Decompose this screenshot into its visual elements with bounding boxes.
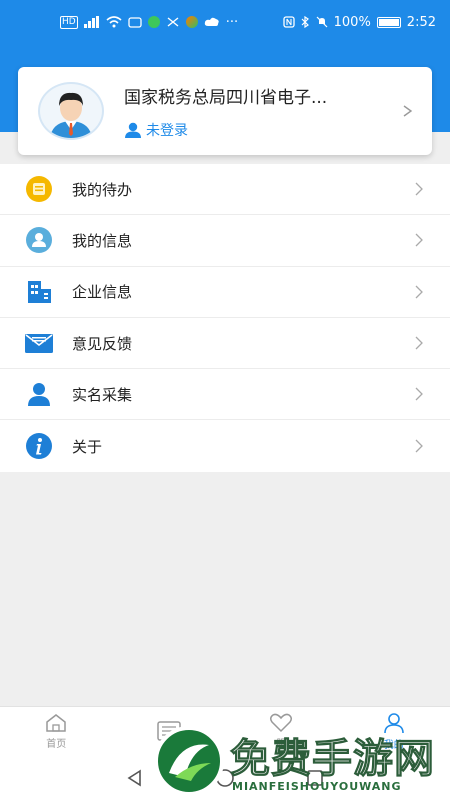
- menu-label-my-info: 我的信息: [72, 231, 133, 250]
- login-status: 未登录: [146, 122, 188, 139]
- status-bar: HD ··· 100% 2:52: [0, 0, 450, 44]
- clock: 2:52: [406, 14, 436, 30]
- person-icon: [24, 379, 54, 409]
- avatar: [38, 82, 104, 140]
- chevron-right-icon: [415, 182, 423, 196]
- menu-item-realname[interactable]: 实名采集: [0, 369, 450, 421]
- watermark-subtitle: MIANFEISHOUYOUWANG: [232, 780, 402, 793]
- tab-home[interactable]: 首页: [0, 707, 113, 756]
- status-left: HD ···: [60, 15, 238, 30]
- menu-item-feedback[interactable]: 意见反馈: [0, 318, 450, 370]
- menu-label-company-info: 企业信息: [72, 283, 133, 302]
- building-icon: [24, 277, 54, 307]
- chevron-right-icon: [415, 439, 423, 453]
- chevron-right-icon: [415, 336, 423, 350]
- app-notify-icon: [128, 17, 142, 28]
- translate-notify-icon: [167, 17, 179, 27]
- chevron-right-icon: [415, 233, 423, 247]
- more-notify-icon: ···: [225, 14, 239, 30]
- profile-text: 国家税务总局四川省电子... 未登录: [124, 83, 402, 140]
- wechat-notify-icon: [147, 16, 160, 28]
- login-status-row[interactable]: 未登录: [124, 120, 402, 140]
- menu-item-todo[interactable]: 我的待办: [0, 164, 450, 216]
- info-icon: [24, 431, 54, 461]
- back-icon[interactable]: [126, 769, 144, 787]
- bluetooth-icon: [301, 16, 309, 28]
- chevron-right-icon: [415, 387, 423, 401]
- battery-percent: 100%: [333, 14, 371, 30]
- menu-item-about[interactable]: 关于: [0, 420, 450, 471]
- status-right: 100% 2:52: [282, 14, 436, 30]
- watermark: 免费手游网 MIANFEISHOUYOUWANG: [150, 722, 450, 800]
- menu-label-realname: 实名采集: [72, 385, 133, 404]
- cloud-icon: [204, 17, 219, 26]
- nfc-icon: [282, 16, 295, 28]
- chevron-right-icon: [415, 285, 423, 299]
- menu-label-feedback: 意见反馈: [72, 334, 133, 353]
- watermark-logo-icon: [154, 726, 224, 796]
- todo-icon: [24, 174, 54, 204]
- menu-label-about: 关于: [72, 437, 103, 456]
- wifi-icon: [106, 16, 122, 28]
- avatar-person-icon: [50, 92, 92, 138]
- app-store-notify-icon: [185, 16, 198, 28]
- envelope-icon: [24, 328, 54, 358]
- menu-item-company-info[interactable]: 企业信息: [0, 267, 450, 318]
- profile-card[interactable]: 国家税务总局四川省电子... 未登录: [18, 67, 432, 155]
- battery-icon: [376, 16, 401, 28]
- tab-home-label: 首页: [46, 739, 67, 750]
- mute-icon: [316, 16, 328, 28]
- id-card-icon: [24, 225, 54, 255]
- menu-list: 我的待办 我的信息 企业信息 意见反馈 实名采集 关于: [0, 164, 450, 472]
- hd-badge: HD: [60, 15, 78, 29]
- watermark-title: 免费手游网: [230, 735, 435, 783]
- chevron-right-icon: [403, 105, 413, 117]
- user-icon: [125, 122, 141, 138]
- signal-icon: [83, 16, 99, 28]
- menu-item-my-info[interactable]: 我的信息: [0, 215, 450, 267]
- menu-label-todo: 我的待办: [72, 180, 133, 199]
- home-icon: [46, 714, 66, 732]
- org-name: 国家税务总局四川省电子...: [124, 87, 328, 108]
